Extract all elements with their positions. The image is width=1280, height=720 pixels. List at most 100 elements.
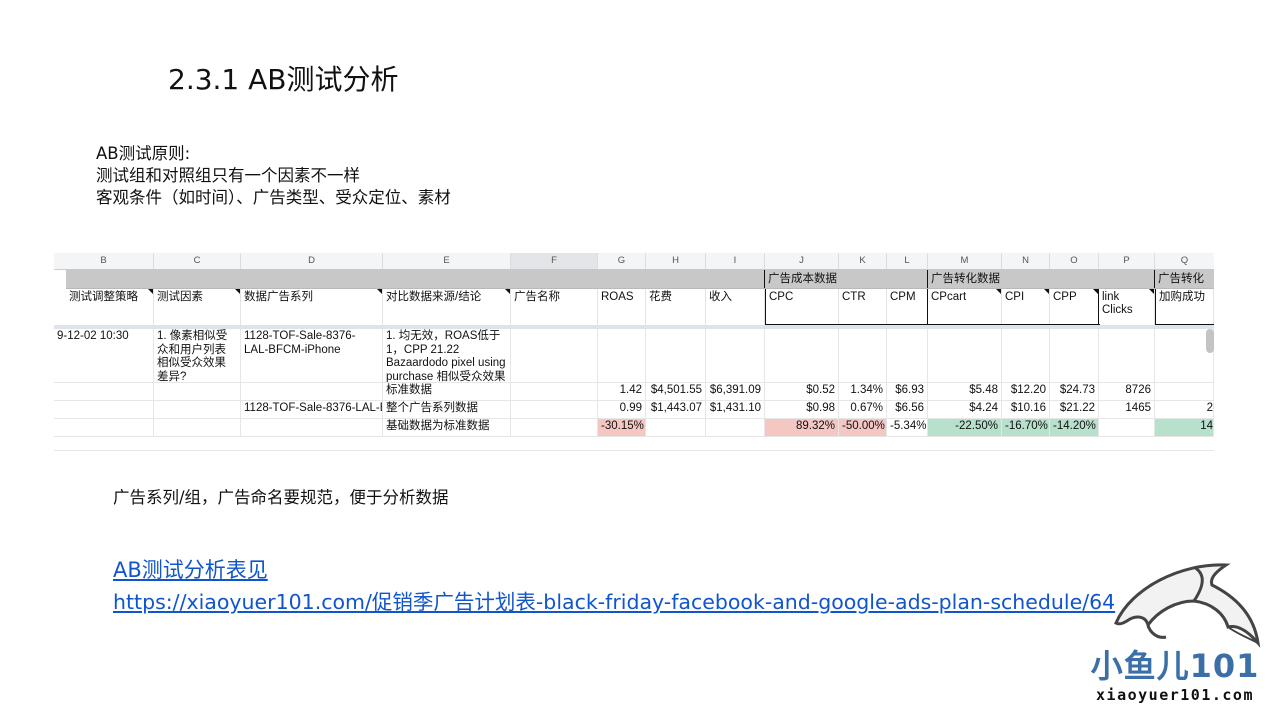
logo-text: 小鱼儿101: [1090, 647, 1260, 685]
cell-empty: [928, 329, 1002, 383]
cell-revenue: $1,431.10: [706, 401, 765, 419]
column-header-k: K: [839, 253, 887, 270]
cell-factor: 1. 像素相似受众和用户列表相似受众效果差异?: [154, 329, 241, 383]
cell-ctr: 0.67%: [839, 401, 887, 419]
column-header-m: M: [928, 253, 1002, 270]
cell-ctr: 1.34%: [839, 383, 887, 401]
ab-test-sheet-link-title[interactable]: AB测试分析表见: [113, 554, 268, 584]
group-header-row: [66, 269, 1214, 289]
column-header-f: F: [511, 253, 598, 270]
ab-test-sheet-link-url[interactable]: https://xiaoyuer101.com/促销季广告计划表-black-f…: [113, 585, 1115, 615]
cell-roas-diff: -30.15%: [598, 419, 646, 437]
column-header-l: L: [887, 253, 928, 270]
column-header-b: B: [54, 253, 154, 270]
cell-empty: [511, 401, 598, 419]
cell-empty: [887, 329, 928, 383]
comment-marker: [1044, 289, 1049, 294]
logo-site: xiaoyuer101.com: [1096, 686, 1254, 704]
column-header-c: C: [154, 253, 241, 270]
cell-cpi: $10.16: [1002, 401, 1050, 419]
header-roas: ROAS: [598, 289, 646, 325]
cell-cpcart: $5.48: [928, 383, 1002, 401]
cell-cpp: $24.73: [1050, 383, 1099, 401]
cell-cpi: $12.20: [1002, 383, 1050, 401]
principles-heading: AB测试原则:: [96, 144, 191, 163]
principle-item: 测试组和对照组只有一个因素不一样: [96, 166, 360, 185]
cell-empty: [1002, 329, 1050, 383]
cell-empty: [765, 329, 839, 383]
spreadsheet-screenshot: B C D E F G H I J K L M N O P Q 广告成本数据 广…: [54, 253, 1214, 451]
cell-empty: [839, 329, 887, 383]
cell-empty: [511, 329, 598, 383]
comment-marker: [996, 289, 1001, 294]
header-factor: 测试因素: [154, 289, 241, 325]
column-header-n: N: [1002, 253, 1050, 270]
column-header-o: O: [1050, 253, 1099, 270]
cell-empty: [154, 419, 241, 437]
cell-empty: [646, 419, 706, 437]
cell-roas: 1.42: [598, 383, 646, 401]
column-header-g: G: [598, 253, 646, 270]
cell-ctr-diff: -50.00%: [839, 419, 887, 437]
comment-marker: [235, 289, 240, 294]
cell-add-to-cart-diff: 14: [1155, 419, 1214, 437]
cell-cpp: $21.22: [1050, 401, 1099, 419]
cell-conclusion: 1. 均无效，ROAS低于1，CPP 21.22 Bazaardodo pixe…: [383, 329, 511, 383]
cell-cpp-diff: -14.20%: [1050, 419, 1099, 437]
column-header-i: I: [706, 253, 765, 270]
cell-empty: [1099, 329, 1155, 383]
vertical-scrollbar[interactable]: [1206, 329, 1214, 353]
header-cpm: CPM: [887, 289, 928, 325]
column-header-h: H: [646, 253, 706, 270]
cell-label: 基础数据为标准数据: [383, 419, 511, 437]
cell-add-to-cart: 2: [1155, 401, 1214, 419]
cell-spend: $4,501.55: [646, 383, 706, 401]
cell-empty: [54, 419, 154, 437]
cell-empty: [154, 383, 241, 401]
cell-cpc: $0.52: [765, 383, 839, 401]
cell-spend: $1,443.07: [646, 401, 706, 419]
header-cpp: CPP: [1050, 289, 1099, 325]
cell-campaign: 1128-TOF-Sale-8376-LAL-BFCM-iPhone: [241, 329, 383, 383]
cell-cpm-diff: -5.34%: [887, 419, 928, 437]
principle-item: 客观条件（如时间）、广告类型、受众定位、素材: [96, 188, 451, 207]
cell-roas: 0.99: [598, 401, 646, 419]
column-header-j: J: [765, 253, 839, 270]
cell-empty: [511, 419, 598, 437]
column-header-p: P: [1099, 253, 1155, 270]
cell-empty: [706, 329, 765, 383]
cell-link-clicks: 8726: [1099, 383, 1155, 401]
empty-row: [54, 437, 1214, 451]
cell-empty: [1099, 419, 1155, 437]
group-label-conversion: 广告转化数据: [927, 270, 1000, 288]
cell-empty: [241, 419, 383, 437]
cell-strategy: 9-12-02 10:30: [54, 329, 154, 383]
cell-label: 标准数据: [383, 383, 511, 401]
header-strategy: 测试调整策略: [66, 289, 154, 325]
header-cpc: CPC: [765, 289, 839, 325]
cell-empty: [154, 401, 241, 419]
header-add-to-cart: 加购成功: [1155, 289, 1214, 325]
cell-link-clicks: 1465: [1099, 401, 1155, 419]
cell-cpcart-diff: -22.50%: [928, 419, 1002, 437]
group-label-cost: 广告成本数据: [764, 270, 837, 288]
cell-cpm: $6.56: [887, 401, 928, 419]
cell-cpm: $6.93: [887, 383, 928, 401]
header-cpi: CPI: [1002, 289, 1050, 325]
column-header-e: E: [383, 253, 511, 270]
cell-label: 整个广告系列数据: [383, 401, 511, 419]
ab-test-principles: AB测试原则: 测试组和对照组只有一个因素不一样 客观条件（如时间）、广告类型、…: [96, 143, 451, 209]
comment-marker: [1149, 289, 1154, 294]
comment-marker: [148, 289, 153, 294]
comment-marker: [1093, 289, 1098, 294]
cell-cpi-diff: -16.70%: [1002, 419, 1050, 437]
group-label-conversion-2: 广告转化: [1154, 270, 1204, 288]
comment-marker: [505, 289, 510, 294]
cell-empty: [598, 329, 646, 383]
cell-cpc-diff: 89.32%: [765, 419, 839, 437]
cell-empty: [706, 419, 765, 437]
cell-empty: [511, 383, 598, 401]
naming-note: 广告系列/组，广告命名要规范，便于分析数据: [113, 488, 449, 507]
cell-empty: [1155, 383, 1214, 401]
column-header-q: Q: [1155, 253, 1214, 270]
